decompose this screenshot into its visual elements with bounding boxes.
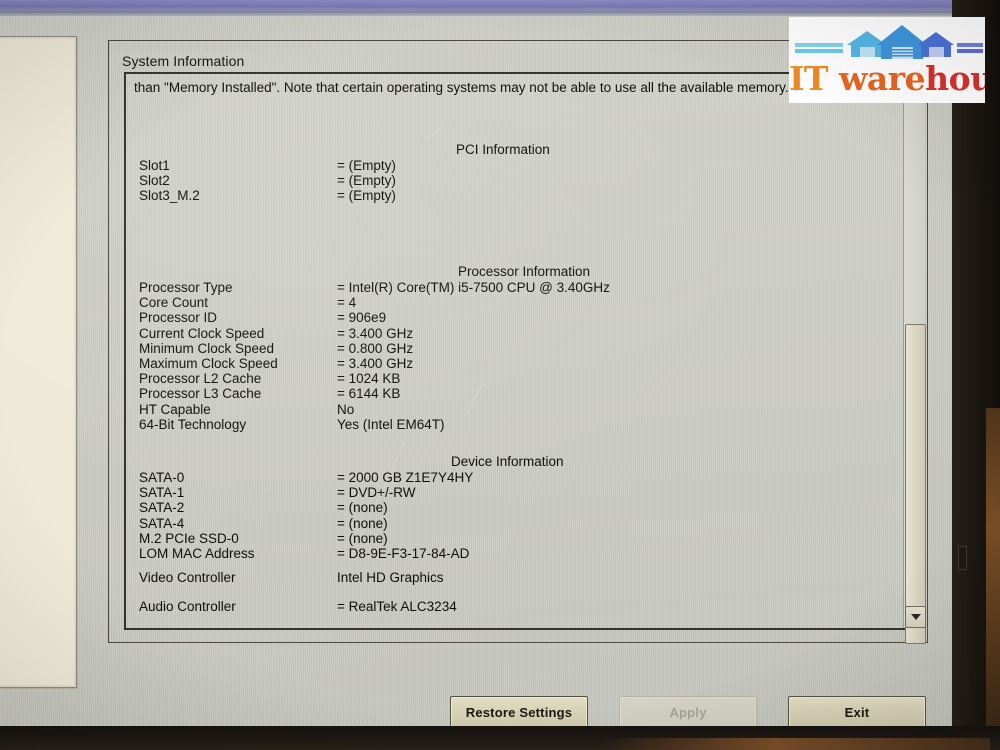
logo-text-house: house	[925, 59, 985, 98]
logo-text-it: IT	[789, 59, 829, 98]
row-value: = DVD+/-RW	[337, 485, 416, 501]
logo-text-ware: ware	[839, 59, 926, 98]
row-key: Core Count	[139, 295, 209, 311]
row-key: Slot1	[139, 158, 170, 173]
row-value: = 1024 KB	[337, 371, 401, 387]
bios-screen: System Information than "Memory Installe…	[0, 16, 952, 728]
group-title: System Information	[116, 53, 251, 69]
row-value: = 2000 GB Z1E7Y4HY	[337, 470, 474, 485]
row-key: Slot2	[139, 173, 170, 189]
row-key: SATA-1	[139, 485, 185, 501]
warehouse-icons	[789, 23, 985, 63]
photo-scratch	[466, 383, 483, 415]
row-key: SATA-4	[139, 515, 185, 531]
exit-button[interactable]: Exit	[788, 696, 926, 728]
row-key: Current Clock Speed	[139, 325, 265, 341]
row-key: LOM MAC Address	[139, 545, 255, 561]
row-key: Processor L2 Cache	[139, 371, 262, 387]
row-key: SATA-2	[139, 500, 185, 516]
row-key: Processor ID	[139, 310, 218, 326]
row-value: = 3.400 GHz	[337, 325, 414, 341]
row-key: SATA-0	[139, 470, 185, 485]
restore-settings-button[interactable]: Restore Settings	[450, 696, 588, 728]
row-value: = (Empty)	[337, 158, 396, 173]
row-value: = RealTek ALC3234	[337, 599, 457, 614]
system-information-pane[interactable]: than "Memory Installed". Note that certa…	[124, 72, 914, 630]
row-value: = D8-9E-F3-17-84-AD	[337, 545, 470, 561]
memory-note-text: than "Memory Installed". Note that certa…	[134, 80, 789, 95]
row-value: = Intel(R) Core(TM) i5-7500 CPU @ 3.40GH…	[337, 280, 610, 295]
row-value: = 3.400 GHz	[337, 355, 414, 371]
row-key: Processor Type	[139, 280, 233, 295]
section-title-processor: Processor Information	[458, 264, 591, 279]
row-value: = (Empty)	[337, 173, 396, 189]
row-value: = (none)	[337, 515, 388, 531]
scrollbar-thumb[interactable]	[905, 324, 926, 644]
row-key: 64-Bit Technology	[139, 416, 247, 432]
row-value: = (Empty)	[337, 188, 396, 204]
apply-button: Apply	[619, 696, 757, 728]
row-value: = (none)	[337, 500, 388, 516]
section-title-pci: PCI Information	[456, 142, 550, 157]
warehouse-icon-group	[795, 25, 983, 59]
background-wood	[986, 408, 1000, 750]
row-key: Minimum Clock Speed	[139, 340, 275, 356]
row-value: = 906e9	[337, 310, 387, 326]
row-key: HT Capable	[139, 401, 211, 417]
bezel-notch	[958, 546, 967, 570]
row-value: = 0.800 GHz	[337, 340, 414, 356]
row-value: No	[337, 401, 355, 417]
vertical-scrollbar[interactable]	[903, 74, 926, 644]
row-value: = (none)	[337, 530, 388, 546]
row-key: Maximum Clock Speed	[139, 355, 278, 371]
section-title-device: Device Information	[451, 454, 564, 469]
row-value: Intel HD Graphics	[337, 570, 444, 585]
dialog-footer: Restore Settings Apply Exit	[0, 676, 952, 728]
row-key: M.2 PCIe SSD-0	[139, 530, 239, 546]
photo-scratch	[426, 123, 447, 141]
bezel-reflection	[600, 738, 990, 750]
chevron-down-icon	[910, 614, 921, 620]
system-information-content: than "Memory Installed". Note that certa…	[126, 74, 886, 628]
photo-of-monitor: System Information than "Memory Installe…	[0, 0, 1000, 750]
row-key: Slot3_M.2	[139, 188, 200, 204]
row-value: = 6144 KB	[337, 386, 401, 402]
row-value: Yes (Intel EM64T)	[337, 416, 445, 432]
scroll-down-button[interactable]	[905, 606, 926, 628]
row-key: Audio Controller	[139, 599, 236, 614]
row-key: Video Controller	[139, 570, 236, 585]
logo-wordmark: IT warehouse	[789, 59, 985, 99]
navigation-panel[interactable]	[0, 36, 77, 688]
row-value: = 4	[337, 295, 357, 311]
row-key: Processor L3 Cache	[139, 386, 262, 402]
it-warehouse-logo: IT warehouse	[789, 17, 985, 103]
